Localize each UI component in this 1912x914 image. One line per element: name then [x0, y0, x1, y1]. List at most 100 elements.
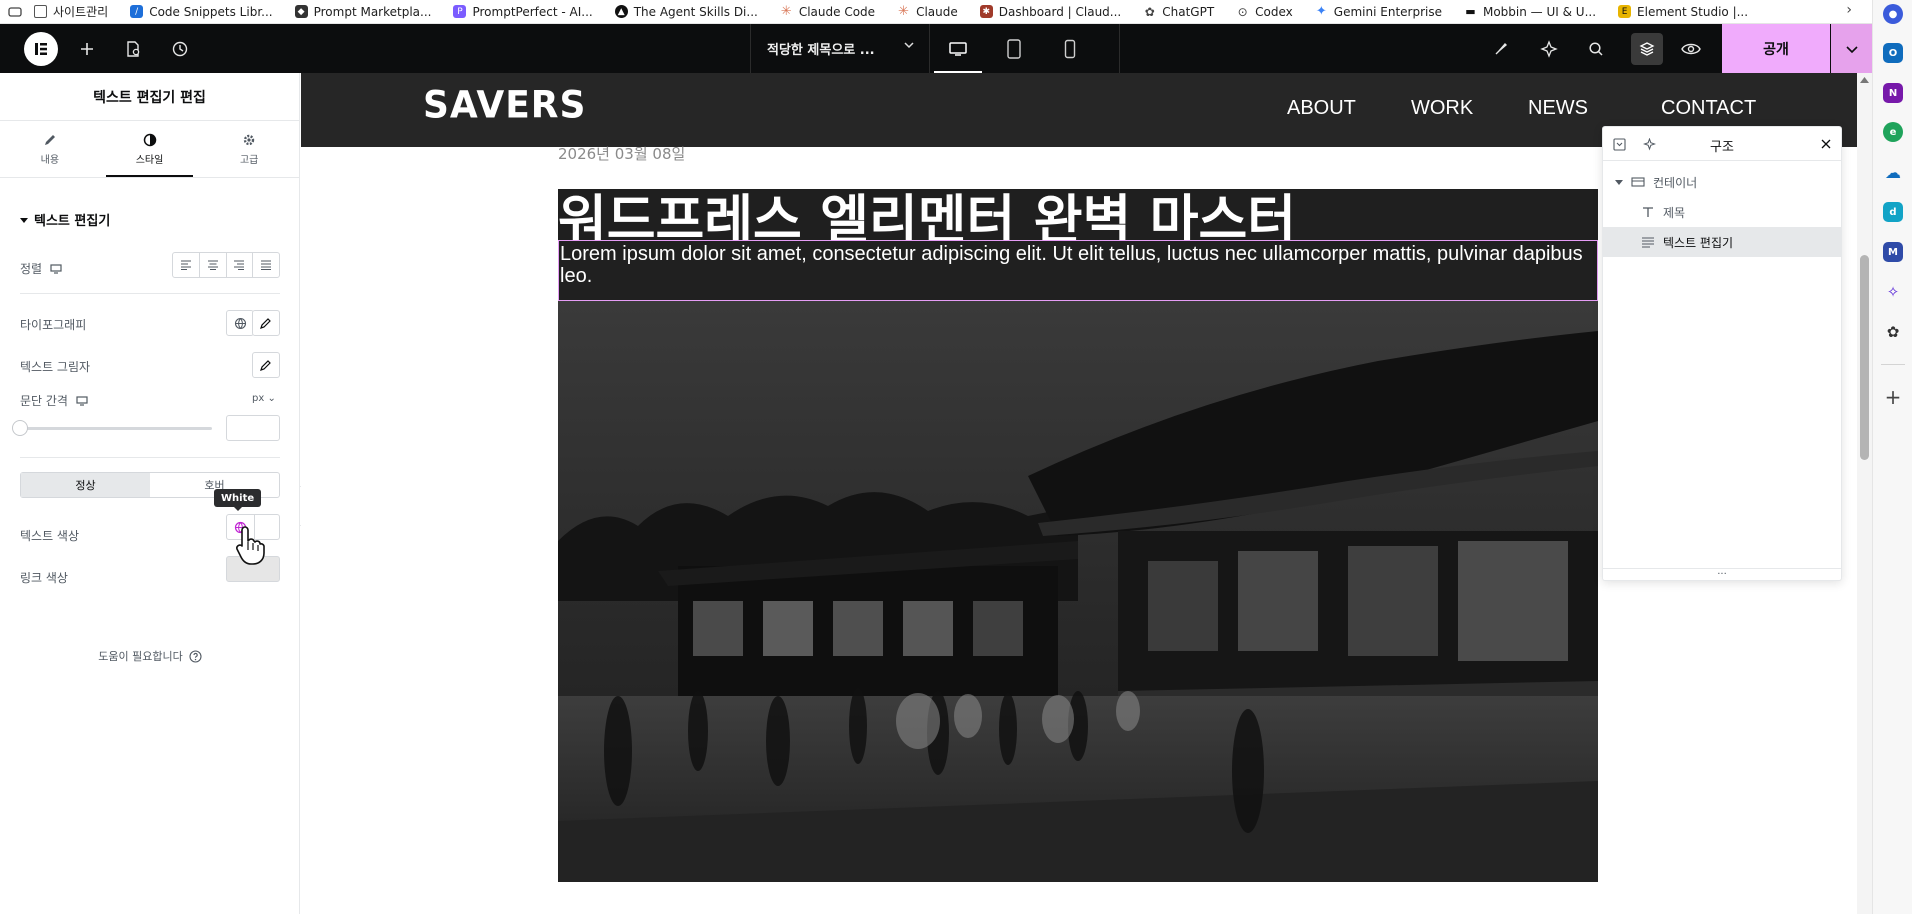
bookmark-item[interactable]: 사이트관리: [34, 3, 108, 20]
scrollbar-thumb[interactable]: [1860, 255, 1869, 460]
dashboard-icon: ✱: [979, 5, 993, 18]
structure-item-heading[interactable]: 제목: [1603, 197, 1841, 227]
preview-eye-icon[interactable]: [1678, 36, 1704, 62]
onedrive-icon[interactable]: ☁: [1883, 162, 1903, 182]
bookmark-label: The Agent Skills Di...: [633, 4, 758, 19]
align-left-icon[interactable]: [173, 253, 200, 277]
typography-label: 타이포그래피: [20, 318, 87, 332]
global-typography-icon[interactable]: [226, 310, 254, 336]
chevron-right-icon[interactable]: ›: [1846, 2, 1852, 18]
caret-down-icon[interactable]: [1615, 178, 1623, 186]
hero-image[interactable]: [558, 301, 1598, 882]
nav-link-news[interactable]: NEWS: [1528, 97, 1588, 120]
tab-style[interactable]: 스타일: [100, 121, 200, 177]
scroll-up-arrow-icon[interactable]: [1860, 77, 1869, 83]
structure-item-container[interactable]: 컨테이너: [1603, 167, 1841, 197]
bookmarks-bar: 사이트관리 / Code Snippets Libr... ◆ Prompt Mar…: [0, 0, 1912, 24]
structure-resize-handle[interactable]: ...: [1603, 567, 1841, 580]
text-editor-widget[interactable]: Lorem ipsum dolor sit amet, consectetur …: [558, 240, 1598, 301]
bookmark-item[interactable]: P PromptPerfect - AI...: [453, 5, 593, 19]
label-text: 정렬: [20, 262, 43, 276]
structure-item-label: 텍스트 편집기: [1663, 235, 1734, 250]
extension-icon[interactable]: ✧: [1883, 282, 1903, 302]
alignment-label: 정렬: [20, 260, 62, 277]
publish-options-button[interactable]: [1831, 24, 1872, 73]
structure-item-text-editor[interactable]: 텍스트 편집기: [1603, 227, 1841, 257]
add-element-icon[interactable]: [74, 36, 100, 62]
paragraph-spacing-input[interactable]: [226, 415, 280, 441]
history-icon[interactable]: [167, 36, 193, 62]
align-justify-icon[interactable]: [253, 253, 279, 277]
nav-link-contact[interactable]: CONTACT: [1661, 97, 1756, 120]
edit-text-shadow-icon[interactable]: [252, 352, 280, 378]
onenote-icon[interactable]: N: [1883, 83, 1903, 103]
edit-typography-icon[interactable]: [252, 310, 280, 336]
color-tooltip: White: [214, 489, 262, 511]
heading-icon: [1643, 207, 1653, 217]
slider-handle[interactable]: [12, 420, 28, 436]
page-title-dropdown[interactable]: 적당한 제목으로 ...: [750, 24, 930, 73]
tab-advanced[interactable]: 고급: [199, 121, 299, 177]
tablet-icon[interactable]: [986, 24, 1042, 73]
help-label: 도움이 필요합니다: [98, 650, 183, 663]
bookmark-item[interactable]: ▲ The Agent Skills Di...: [614, 4, 758, 19]
reading-list-icon[interactable]: [8, 6, 22, 18]
outlook-icon[interactable]: O: [1883, 43, 1903, 63]
bookmark-item[interactable]: ✱ Dashboard | Claud...: [979, 4, 1122, 19]
desktop-icon[interactable]: [50, 263, 62, 274]
divider: [1881, 364, 1905, 365]
tab-content[interactable]: 내용: [0, 121, 100, 177]
align-right-icon[interactable]: [227, 253, 254, 277]
edge-icon[interactable]: e: [1883, 122, 1903, 142]
bookmark-item[interactable]: ✳ Claude: [897, 4, 958, 19]
ai-assistant-icon[interactable]: [1536, 36, 1562, 62]
designer-icon[interactable]: d: [1883, 202, 1903, 222]
site-logo[interactable]: SAVERS: [423, 84, 586, 127]
ai-site-planner-icon[interactable]: [1488, 36, 1514, 62]
desktop-icon[interactable]: [930, 24, 986, 73]
unit-selector[interactable]: px ⌄: [252, 393, 276, 404]
elementor-logo-icon[interactable]: [24, 32, 58, 66]
caret-down-icon: [20, 217, 28, 223]
chatgpt-icon[interactable]: ✿: [1883, 322, 1903, 342]
claude-icon: ✳: [898, 4, 910, 19]
bookmark-item[interactable]: ▬ Mobbin — UI & U...: [1464, 5, 1596, 19]
mobile-icon[interactable]: [1042, 24, 1098, 73]
editor-topbar: 적당한 제목으로 ... 공개: [0, 24, 1872, 73]
structure-title: 구조: [1710, 140, 1734, 155]
bookmark-label: Dashboard | Claud...: [998, 4, 1122, 19]
bookmark-item[interactable]: E Element Studio |...: [1618, 5, 1748, 19]
help-link[interactable]: 도움이 필요합니다: [0, 648, 300, 664]
divider: [20, 293, 280, 294]
section-title: 텍스트 편집기: [34, 214, 111, 229]
bookmark-label: Code Snippets Libr...: [149, 4, 273, 19]
align-center-icon[interactable]: [200, 253, 227, 277]
canvas-scrollbar[interactable]: [1857, 73, 1872, 914]
paragraph-spacing-slider[interactable]: [20, 427, 212, 430]
copilot-icon[interactable]: ●: [1883, 4, 1903, 24]
search-icon[interactable]: [1583, 36, 1609, 62]
bookmark-item[interactable]: / Code Snippets Libr...: [130, 4, 273, 19]
close-icon[interactable]: [1821, 139, 1831, 149]
app-icon[interactable]: M: [1883, 242, 1903, 262]
nav-link-work[interactable]: WORK: [1411, 97, 1473, 120]
bookmark-label: Claude Code: [798, 4, 876, 19]
bookmark-item[interactable]: ⊙ Codex: [1236, 5, 1293, 19]
bookmark-item[interactable]: ◆ Prompt Marketpla...: [294, 5, 431, 19]
state-normal-tab[interactable]: 정상: [21, 473, 150, 497]
folder-icon: [34, 5, 47, 18]
bookmark-item[interactable]: ✦ Gemini Enterprise: [1315, 4, 1442, 19]
post-date: 2026년 03월 08일: [558, 145, 686, 163]
page-settings-icon[interactable]: [120, 36, 146, 62]
bookmark-item[interactable]: ✿ ChatGPT: [1143, 5, 1214, 19]
paragraph-spacing-label: 문단 간격: [20, 392, 88, 409]
structure-layers-icon[interactable]: [1631, 33, 1663, 65]
section-toggle[interactable]: 텍스트 편집기: [20, 210, 110, 229]
nav-link-about[interactable]: ABOUT: [1287, 97, 1356, 120]
help-circle-icon: [189, 649, 202, 663]
publish-button[interactable]: 공개: [1722, 24, 1830, 73]
bookmark-item[interactable]: ✳ Claude Code: [780, 4, 876, 19]
desktop-icon[interactable]: [76, 395, 88, 406]
container-icon: [1631, 177, 1645, 187]
add-icon[interactable]: +: [1883, 385, 1903, 409]
